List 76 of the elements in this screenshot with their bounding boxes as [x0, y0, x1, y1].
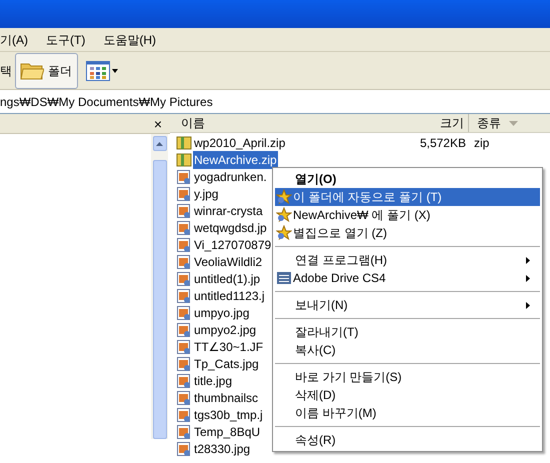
image-file-icon: [176, 220, 192, 236]
image-file-icon: [176, 236, 192, 252]
file-name[interactable]: yogadrunken.: [193, 168, 268, 186]
scrollbar[interactable]: [151, 134, 168, 439]
menu-option[interactable]: Adobe Drive CS4: [275, 269, 540, 287]
file-name[interactable]: Vi_127070879: [193, 236, 272, 254]
menu-option[interactable]: 삭제(D): [275, 386, 540, 404]
file-name[interactable]: NewArchive.zip: [193, 150, 278, 168]
file-name[interactable]: untitled(1).jp: [193, 270, 262, 288]
archive-icon: [176, 134, 192, 150]
column-header[interactable]: 이름: [170, 114, 390, 132]
image-file-icon: [176, 254, 192, 270]
menu-item[interactable]: 도구(T): [46, 30, 86, 48]
star-icon: [276, 225, 292, 241]
submenu-arrow-icon: [526, 256, 530, 264]
image-file-icon: [176, 186, 192, 202]
menu-option[interactable]: 별집으로 열기 (Z): [275, 224, 540, 242]
menu-option[interactable]: 이름 바꾸기(M): [275, 404, 540, 422]
file-name[interactable]: thumbnailsc: [193, 388, 260, 406]
file-name[interactable]: wetqwgdsd.jp: [193, 218, 268, 236]
sort-arrow-icon: [509, 120, 518, 126]
column-header[interactable]: 크기: [390, 114, 469, 132]
file-name[interactable]: untitled1123.j: [193, 286, 266, 304]
image-file-icon: [176, 440, 192, 456]
views-icon: [86, 60, 110, 80]
file-name[interactable]: TT∠30~1.JF: [193, 338, 264, 356]
menu-option[interactable]: 바로 가기 만들기(S): [275, 368, 540, 386]
menu-item[interactable]: 도움말(H): [103, 30, 156, 48]
submenu-arrow-icon: [526, 274, 530, 282]
up-arrow-icon: [156, 142, 163, 146]
file-name[interactable]: winrar-crysta: [193, 202, 264, 220]
menu-option[interactable]: 열기(O): [275, 170, 540, 188]
menu-option[interactable]: 복사(C): [275, 341, 540, 359]
image-file-icon: [176, 338, 192, 354]
image-file-icon: [176, 322, 192, 338]
menu-option[interactable]: NewArchive₩ 에 풀기 (X): [275, 206, 540, 224]
image-file-icon: [176, 168, 192, 184]
file-name[interactable]: umpyo2.jpg: [193, 320, 258, 338]
dropdown-arrow-icon: [112, 68, 118, 72]
file-size: 5,572KB: [418, 134, 466, 152]
file-name[interactable]: t28330.jpg: [193, 440, 252, 458]
menu-option[interactable]: 잘라내기(T): [275, 323, 540, 341]
file-name[interactable]: Temp_8BqU: [193, 422, 262, 440]
address-text: ngs₩DS₩My Documents₩My Pictures: [0, 94, 213, 110]
menu-item[interactable]: 기(A): [0, 30, 28, 48]
menu-option[interactable]: 이 폴더에 자동으로 풀기 (T): [275, 188, 540, 206]
toolbar-label: 택: [0, 62, 13, 80]
submenu-arrow-icon: [526, 302, 530, 308]
image-file-icon: [176, 270, 192, 286]
star-icon: [276, 207, 292, 223]
file-name[interactable]: VeoliaWildli2: [193, 252, 264, 270]
list-icon: [277, 272, 291, 284]
file-name[interactable]: title.jpg: [193, 372, 234, 390]
column-header[interactable]: 종류: [469, 114, 518, 132]
menu-option[interactable]: 보내기(N): [275, 296, 540, 314]
file-name[interactable]: umpyo.jpg: [193, 304, 250, 322]
file-name[interactable]: wp2010_April.zip: [193, 134, 286, 152]
folders-button[interactable]: 폴더: [15, 52, 78, 88]
file-name[interactable]: Tp_Cats.jpg: [193, 354, 260, 372]
image-file-icon: [176, 356, 192, 372]
image-file-icon: [176, 288, 192, 304]
menu-option[interactable]: 연결 프로그램(H): [275, 251, 540, 269]
image-file-icon: [176, 424, 192, 440]
archive-icon: [176, 152, 192, 168]
file-name[interactable]: y.jpg: [193, 184, 220, 202]
file-name[interactable]: tgs30b_tmp.j: [193, 406, 264, 424]
star-icon: [276, 189, 292, 205]
close-pane-button[interactable]: ×: [154, 116, 162, 130]
image-file-icon: [176, 390, 192, 406]
image-file-icon: [176, 372, 192, 388]
image-file-icon: [176, 202, 192, 218]
image-file-icon: [176, 304, 192, 320]
folder-icon: [20, 60, 44, 80]
menu-option[interactable]: 속성(R): [275, 431, 540, 449]
image-file-icon: [176, 406, 192, 422]
file-type: zip: [473, 134, 490, 152]
